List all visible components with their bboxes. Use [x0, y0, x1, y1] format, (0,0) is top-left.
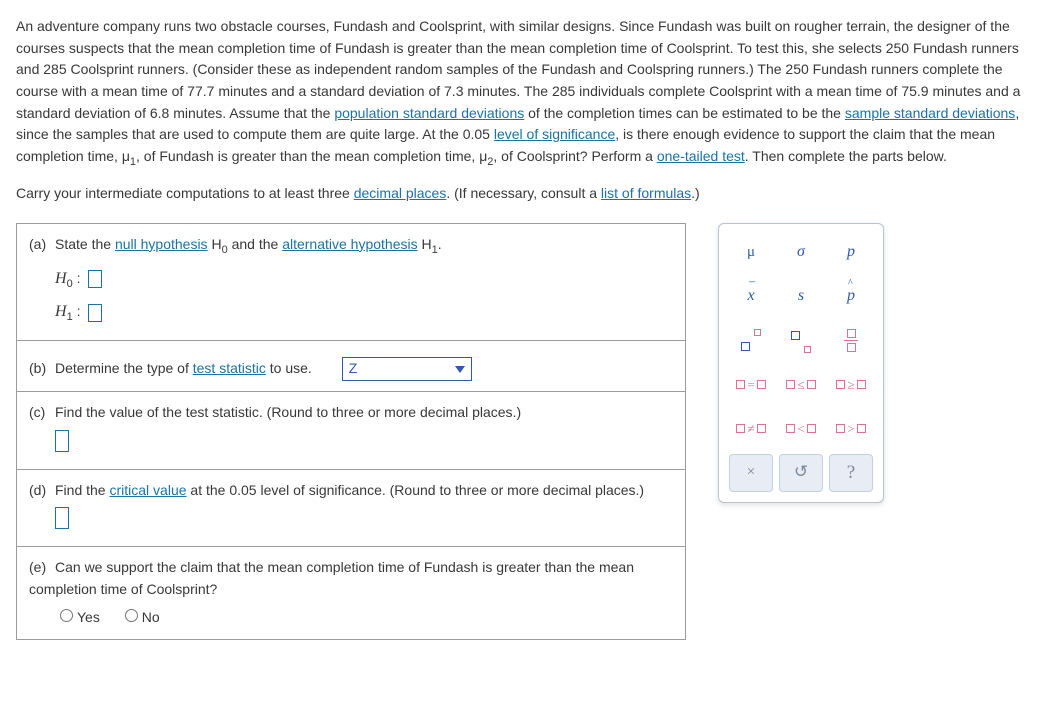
- link-population-sd[interactable]: population standard deviations: [334, 105, 524, 121]
- palette-le-button[interactable]: ≤: [779, 366, 823, 404]
- palette-equals-button[interactable]: =: [729, 366, 773, 404]
- radio-yes-label[interactable]: Yes: [55, 609, 100, 625]
- palette-gt-button[interactable]: >: [829, 410, 873, 448]
- part-b: (b)Determine the type of test statistic …: [17, 341, 686, 392]
- problem-statement: An adventure company runs two obstacle c…: [16, 16, 1041, 171]
- part-c: (c)Find the value of the test statistic.…: [17, 392, 686, 469]
- test-statistic-select[interactable]: Z: [342, 357, 472, 381]
- link-list-of-formulas[interactable]: list of formulas: [601, 185, 691, 201]
- palette-superscript-button[interactable]: [729, 322, 773, 360]
- part-e: (e)Can we support the claim that the mea…: [17, 546, 686, 639]
- link-decimal-places[interactable]: decimal places: [354, 185, 447, 201]
- help-icon: ?: [847, 458, 855, 487]
- palette-ge-button[interactable]: ≥: [829, 366, 873, 404]
- palette-undo-button[interactable]: ↺: [779, 454, 823, 492]
- palette-lt-button[interactable]: <: [779, 410, 823, 448]
- parts-table: (a)State the null hypothesis H0 and the …: [16, 223, 686, 640]
- link-test-statistic[interactable]: test statistic: [193, 360, 266, 376]
- h1-input[interactable]: [88, 304, 102, 322]
- radio-yes[interactable]: [60, 609, 73, 622]
- part-d: (d)Find the critical value at the 0.05 l…: [17, 469, 686, 546]
- link-alternative-hypothesis[interactable]: alternative hypothesis: [282, 236, 417, 252]
- link-level-of-significance[interactable]: level of significance: [494, 126, 615, 142]
- palette-ne-button[interactable]: ≠: [729, 410, 773, 448]
- palette-s-button[interactable]: s: [779, 278, 823, 316]
- radio-no-label[interactable]: No: [120, 609, 160, 625]
- link-critical-value[interactable]: critical value: [109, 482, 186, 498]
- link-sample-sd[interactable]: sample standard deviations: [845, 105, 1015, 121]
- instructions-line: Carry your intermediate computations to …: [16, 183, 1041, 205]
- palette-clear-button[interactable]: ×: [729, 454, 773, 492]
- palette-phat-button[interactable]: p^: [829, 278, 873, 316]
- symbol-palette: μ σ p x‾ s p^ = ≤ ≥ ≠ < > × ↺ ?: [718, 223, 884, 503]
- radio-no[interactable]: [125, 609, 138, 622]
- h0-row: H0 :: [55, 267, 673, 293]
- undo-icon: ↺: [794, 459, 808, 485]
- clear-icon: ×: [747, 461, 755, 484]
- part-c-input[interactable]: [55, 430, 69, 452]
- chevron-down-icon: [455, 366, 465, 373]
- palette-subscript-button[interactable]: [779, 322, 823, 360]
- link-one-tailed-test[interactable]: one-tailed test: [657, 148, 745, 164]
- select-value: Z: [349, 358, 358, 380]
- palette-p-button[interactable]: p: [829, 234, 873, 272]
- palette-help-button[interactable]: ?: [829, 454, 873, 492]
- part-d-input[interactable]: [55, 507, 69, 529]
- palette-fraction-button[interactable]: [829, 322, 873, 360]
- part-a: (a)State the null hypothesis H0 and the …: [17, 223, 686, 341]
- palette-xbar-button[interactable]: x‾: [729, 278, 773, 316]
- link-null-hypothesis[interactable]: null hypothesis: [115, 236, 208, 252]
- h0-input[interactable]: [88, 270, 102, 288]
- h1-row: H1 :: [55, 300, 673, 326]
- palette-sigma-button[interactable]: σ: [779, 234, 823, 272]
- palette-mu-button[interactable]: μ: [729, 234, 773, 272]
